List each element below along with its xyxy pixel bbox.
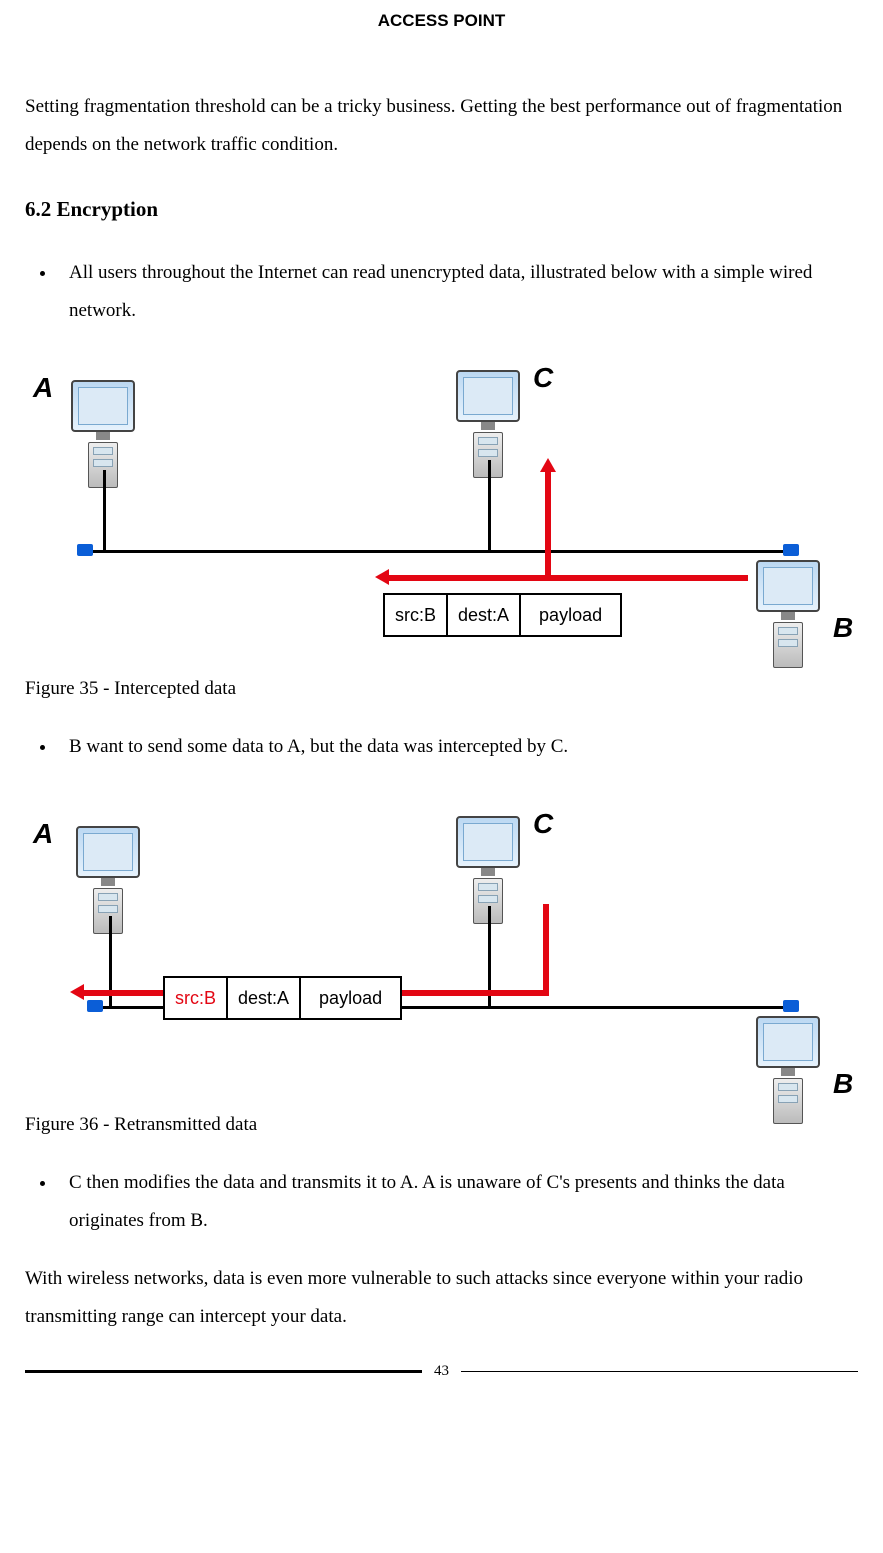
arrow-intercept-head-left [375,569,389,585]
page-footer: 43 [25,1356,858,1386]
packet-src: src:B [385,595,448,635]
packet-box-fig35: src:B dest:A payload [383,593,622,637]
arrow-intercept-h [388,575,748,581]
packet-src: src:B [165,978,228,1018]
footer-rule-left [25,1370,422,1373]
bus-line [93,550,783,553]
computer-c [453,370,523,460]
computer-a [68,380,138,470]
link-a [103,470,106,550]
page-number: 43 [430,1356,453,1386]
computer-c [453,816,523,906]
bullet-list-2: B want to send some data to A, but the d… [25,728,858,766]
node-label-b: B [833,1056,853,1112]
computer-b [753,560,823,650]
page-header: ACCESS POINT [25,4,858,38]
packet-payload: payload [521,595,620,635]
link-c [488,460,491,550]
figure-35: A C B src:B dest:A payload [33,350,858,660]
bus-terminator-left [87,1000,103,1012]
arrow-retrans-v [543,904,549,994]
diagram-intercepted: A C B src:B dest:A payload [33,350,853,660]
bullet-item-2: B want to send some data to A, but the d… [57,728,858,766]
bullet-list-3: C then modifies the data and transmits i… [25,1164,858,1240]
node-label-a: A [33,806,53,862]
figure-36-caption: Figure 36 - Retransmitted data [25,1106,858,1144]
computer-a [73,826,143,916]
arrow-intercept-v [545,470,551,580]
arrow-retrans-head-left [70,984,84,1000]
bus-terminator-right [783,544,799,556]
section-heading-6-2: 6.2 Encryption [25,188,858,230]
packet-payload: payload [301,978,400,1018]
figure-36: A C B src:B dest:A payload [33,786,858,1096]
bullet-item-3: C then modifies the data and transmits i… [57,1164,858,1240]
packet-dest: dest:A [228,978,301,1018]
arrow-intercept-head-up [540,458,556,472]
computer-b [753,1016,823,1106]
packet-dest: dest:A [448,595,521,635]
paragraph-wireless: With wireless networks, data is even mor… [25,1260,858,1336]
node-label-a: A [33,360,53,416]
diagram-retransmitted: A C B src:B dest:A payload [33,786,853,1096]
bus-terminator-right [783,1000,799,1012]
node-label-c: C [533,350,553,406]
bus-terminator-left [77,544,93,556]
bullet-item-1: All users throughout the Internet can re… [57,254,858,330]
figure-35-caption: Figure 35 - Intercepted data [25,670,858,708]
footer-rule-right [461,1371,858,1372]
node-label-b: B [833,600,853,656]
node-label-c: C [533,796,553,852]
packet-box-fig36: src:B dest:A payload [163,976,402,1020]
bullet-list-1: All users throughout the Internet can re… [25,254,858,330]
paragraph-intro: Setting fragmentation threshold can be a… [25,88,858,164]
